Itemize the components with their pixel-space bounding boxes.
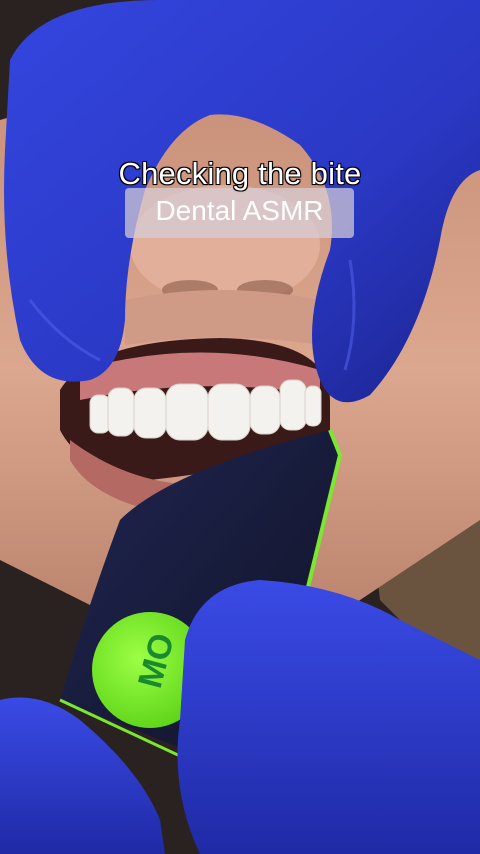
dental-photo: MO xyxy=(0,0,480,854)
caption-title: Checking the bite xyxy=(118,155,362,191)
upper-lip xyxy=(125,290,320,345)
video-frame: MO Dental ASMR Checking the bite xyxy=(0,0,480,854)
caption-subtitle: Dental ASMR xyxy=(125,188,354,238)
